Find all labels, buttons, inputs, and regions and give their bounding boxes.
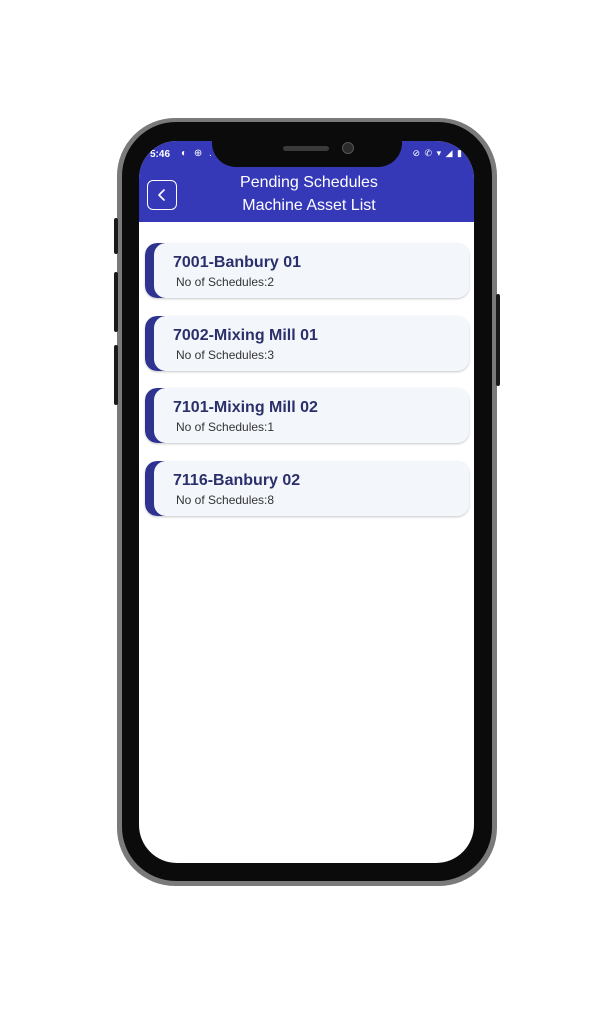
machine-name: 7116-Banbury 02 <box>173 471 301 489</box>
schedule-count: No of Schedules:3 <box>176 347 275 362</box>
machine-card[interactable]: 7001-Banbury 01 No of Schedules:2 <box>145 243 469 298</box>
front-camera <box>342 142 354 154</box>
chevron-left-icon <box>158 189 165 201</box>
machine-name: 7001-Banbury 01 <box>173 254 302 271</box>
machine-name: 7002-Mixing Mill 01 <box>173 326 318 344</box>
machine-card[interactable]: 7002-Mixing Mill 01 No of Schedules:3 <box>145 315 469 371</box>
schedule-count: No of Schedules:8 <box>176 492 275 507</box>
machine-asset-list: 7001-Banbury 01 No of Schedules:2 7002-M… <box>145 243 469 533</box>
schedule-count: No of Schedules:2 <box>176 275 275 289</box>
speaker-grille <box>283 146 329 151</box>
page-title-line1: Pending Schedules <box>240 174 378 191</box>
volume-up-button <box>114 272 118 332</box>
machine-card[interactable]: 7116-Banbury 02 No of Schedules:8 <box>145 460 469 516</box>
volume-down-button <box>114 345 118 405</box>
schedule-count: No of Schedules:1 <box>176 420 275 434</box>
mute-switch <box>114 218 118 254</box>
machine-card[interactable]: 7101-Mixing Mill 02 No of Schedules:1 <box>145 388 469 443</box>
status-time: 5:46 <box>150 149 171 160</box>
page-title-line2: Machine Asset List <box>242 197 376 214</box>
page-title: Pending Schedules Machine Asset List <box>189 171 429 217</box>
status-system-icons: ⊘ ✆ ▾ ◢ ▮ <box>412 148 463 158</box>
power-button <box>496 294 500 386</box>
back-button[interactable] <box>147 180 177 210</box>
machine-name: 7101-Mixing Mill 02 <box>173 399 318 416</box>
app-screen: 5:46 ◐ ⊕ . ⊘ ✆ ▾ ◢ ▮ Pending Schedules M… <box>139 141 474 863</box>
status-notification-icons: ◐ ⊕ . <box>181 148 214 159</box>
phone-notch <box>212 138 402 167</box>
